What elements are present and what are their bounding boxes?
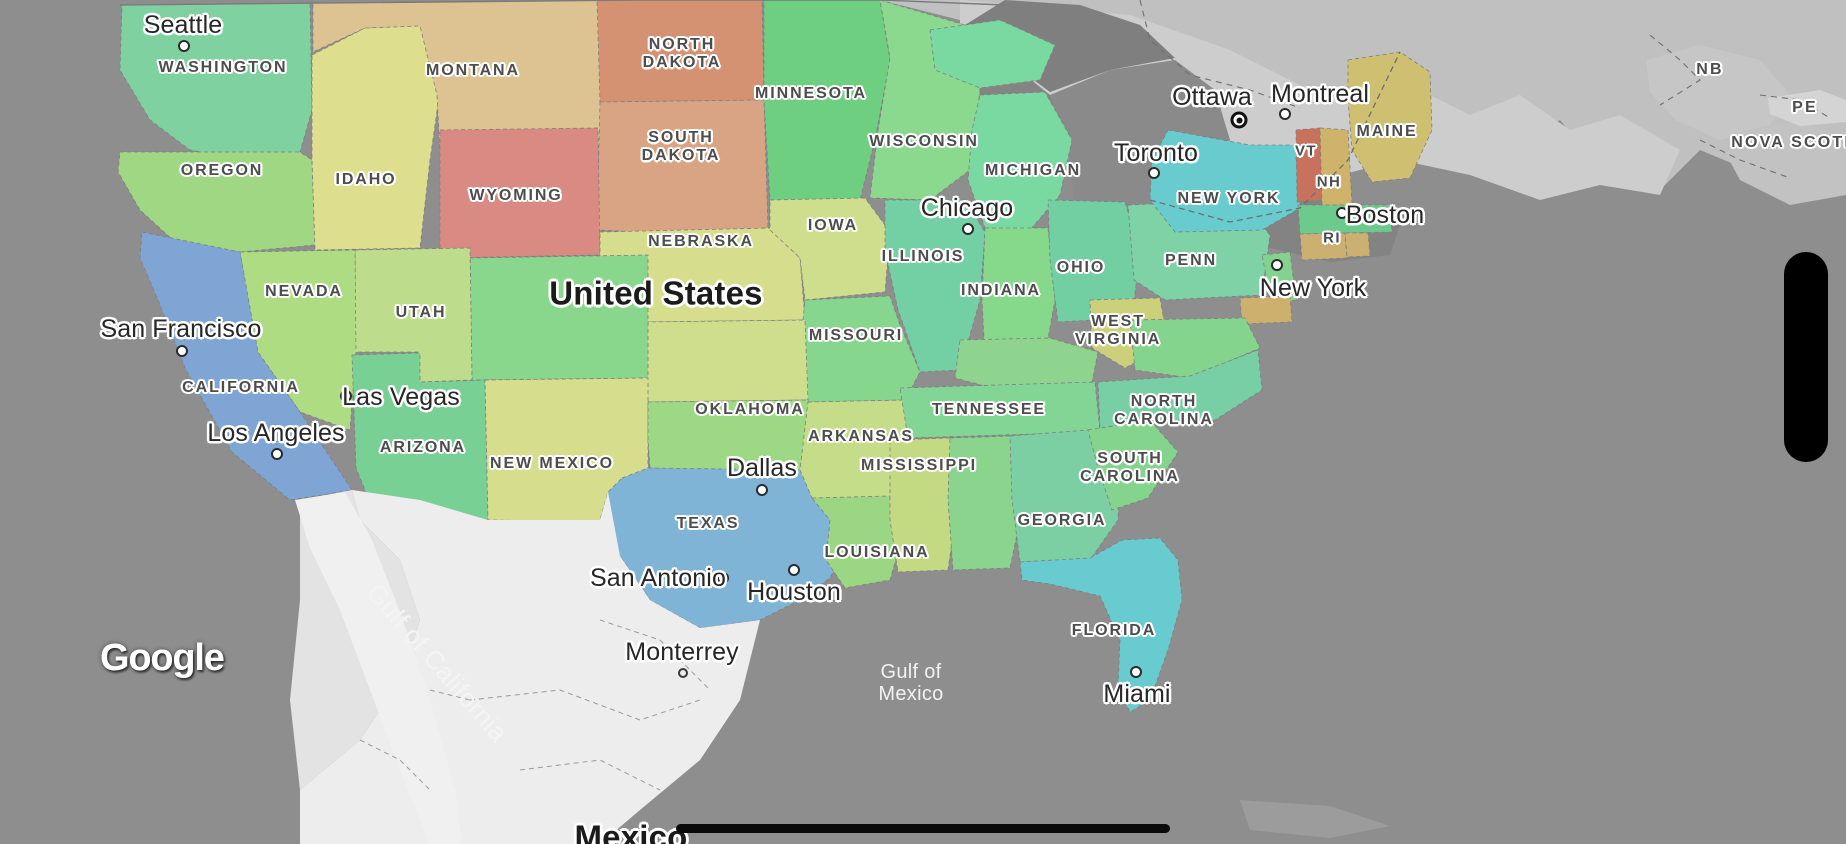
city-marker-miami[interactable]	[1130, 666, 1142, 678]
city-marker-san-francisco[interactable]	[176, 345, 188, 357]
city-marker-san-antonio[interactable]	[717, 572, 729, 584]
city-marker-toronto[interactable]	[1148, 167, 1160, 179]
city-marker-montreal[interactable]	[1279, 108, 1291, 120]
map-canvas[interactable]	[0, 0, 1846, 844]
city-marker-new-york[interactable]	[1271, 259, 1283, 271]
home-indicator	[676, 824, 1170, 833]
city-marker-los-angeles[interactable]	[271, 448, 283, 460]
city-marker-monterrey[interactable]	[678, 668, 688, 678]
capital-marker-ottawa[interactable]	[1230, 111, 1248, 129]
city-marker-chicago[interactable]	[962, 223, 974, 235]
city-marker-boston[interactable]	[1336, 207, 1348, 219]
city-marker-las-vegas[interactable]	[340, 390, 352, 402]
map-viewport[interactable]: United States Mexico Gulf of California Gu…	[0, 0, 1846, 844]
city-marker-seattle[interactable]	[178, 40, 190, 52]
city-marker-houston[interactable]	[788, 564, 800, 576]
google-logo[interactable]: Google	[100, 637, 225, 680]
scroll-handle[interactable]	[1784, 252, 1828, 462]
city-marker-dallas[interactable]	[756, 484, 768, 496]
